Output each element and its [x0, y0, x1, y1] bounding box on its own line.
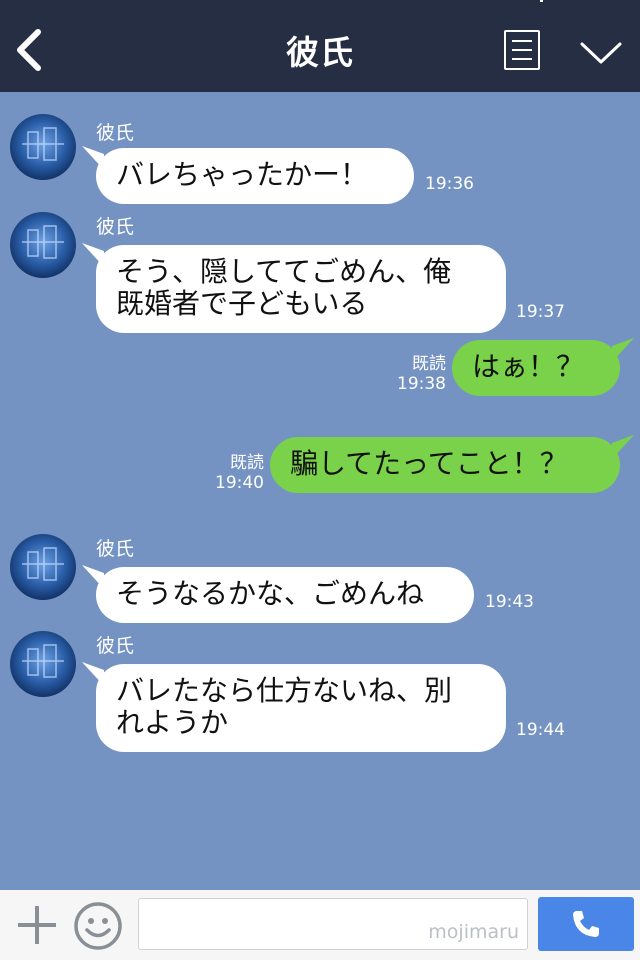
outgoing-message-bubble[interactable]: 騙してたってこと！？ — [270, 437, 620, 493]
read-label: 既読 — [230, 453, 264, 473]
avatar[interactable] — [10, 631, 76, 697]
smiley-icon[interactable] — [72, 900, 124, 952]
message-time: 19:40 — [215, 473, 264, 493]
message-input[interactable]: mojimaru — [138, 898, 528, 950]
read-status: 既読 19:40 — [198, 453, 264, 493]
message-time: 19:44 — [516, 720, 565, 740]
phone-icon — [573, 911, 599, 937]
message-time: 19:43 — [485, 592, 534, 612]
outgoing-message-bubble[interactable]: はぁ！？ — [452, 340, 620, 396]
avatar[interactable] — [10, 114, 76, 180]
status-bar-mark — [540, 0, 543, 2]
avatar[interactable] — [10, 212, 76, 278]
incoming-message-bubble[interactable]: バレたなら仕方ないね、別 れようか — [96, 664, 506, 752]
message-input-bar: mojimaru — [0, 890, 640, 960]
chat-title: 彼氏 — [286, 33, 354, 72]
call-button[interactable] — [538, 897, 634, 951]
sender-name: 彼氏 — [96, 635, 135, 657]
incoming-message-bubble[interactable]: そうなるかな、ごめんね — [96, 567, 474, 623]
read-status: 既読 19:38 — [380, 354, 446, 394]
sender-name: 彼氏 — [96, 216, 135, 238]
list-menu-icon[interactable] — [504, 30, 540, 70]
plus-icon[interactable] — [14, 902, 60, 948]
avatar[interactable] — [10, 534, 76, 600]
sender-name: 彼氏 — [96, 538, 135, 560]
chat-header: 彼氏 — [0, 0, 640, 92]
message-time: 19:37 — [516, 302, 565, 322]
message-time: 19:36 — [425, 174, 474, 194]
read-label: 既読 — [412, 354, 446, 374]
incoming-message-bubble[interactable]: バレちゃったかー！ — [96, 148, 414, 204]
message-time: 19:38 — [397, 374, 446, 394]
sender-name: 彼氏 — [96, 122, 135, 144]
chevron-down-icon[interactable] — [578, 36, 624, 68]
watermark-text: mojimaru — [428, 921, 519, 943]
incoming-message-bubble[interactable]: そう、隠しててごめん、俺 既婚者で子どもいる — [96, 245, 506, 333]
